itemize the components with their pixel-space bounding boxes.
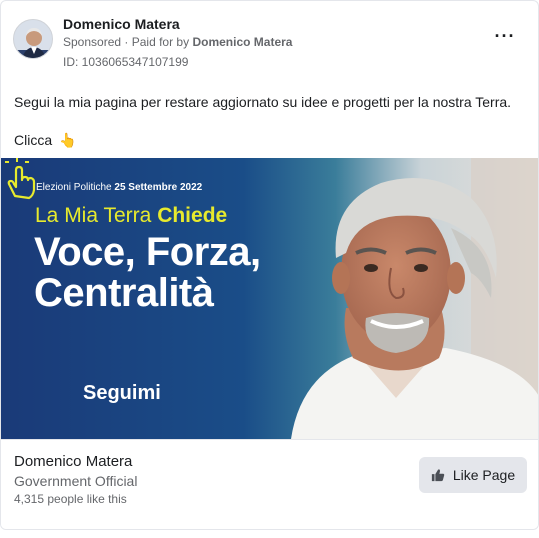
creative-headline-1: La Mia Terra Chiede: [35, 204, 227, 228]
creative-headline-2: Voce, Forza,: [34, 230, 261, 274]
post-text: Segui la mia pagina per restare aggiorna…: [14, 94, 512, 110]
like-page-label: Like Page: [452, 467, 516, 483]
tap-hand-icon: [5, 158, 36, 200]
creative-headline-3: Centralità: [34, 271, 214, 315]
meta-separator: ·: [124, 35, 132, 49]
ad-id: ID: 1036065347107199: [63, 55, 189, 69]
page-name[interactable]: Domenico Matera: [63, 16, 180, 32]
paid-for-name: Domenico Matera: [192, 35, 293, 49]
ad-creative-image[interactable]: Elezioni Politiche 25 Settembre 2022 La …: [1, 158, 538, 439]
sponsored-meta: Sponsored · Paid for by Domenico Matera: [63, 35, 292, 49]
footer-page-name[interactable]: Domenico Matera: [14, 453, 132, 470]
creative-headline-1a: La Mia Terra: [35, 204, 152, 227]
footer-page-category: Government Official: [14, 473, 138, 489]
cta-text: Clicca: [14, 132, 53, 148]
page-avatar[interactable]: [13, 19, 53, 59]
thumbs-up-icon: [431, 469, 445, 482]
like-page-button[interactable]: Like Page: [419, 457, 527, 493]
post-header: Domenico Matera Sponsored · Paid for by …: [13, 15, 526, 71]
creative-date: Elezioni Politiche 25 Settembre 2022: [36, 182, 202, 193]
pointing-up-icon: 👆: [59, 132, 77, 148]
footer-like-count: 4,315 people like this: [14, 492, 127, 506]
paid-for-prefix: Paid for by: [131, 35, 190, 49]
creative-follow-text: Seguimi: [83, 382, 161, 404]
creative-date-prefix: Elezioni Politiche: [36, 182, 112, 193]
ellipsis-icon[interactable]: ···: [494, 27, 516, 45]
sponsored-label: Sponsored: [63, 35, 122, 49]
ad-post-card: Domenico Matera Sponsored · Paid for by …: [0, 0, 539, 530]
post-footer: Domenico Matera Government Official 4,31…: [1, 439, 538, 529]
creative-headline-1b: Chiede: [157, 204, 228, 227]
post-cta-line: Clicca 👆: [14, 132, 76, 149]
creative-date-value: 25 Settembre 2022: [114, 182, 203, 193]
